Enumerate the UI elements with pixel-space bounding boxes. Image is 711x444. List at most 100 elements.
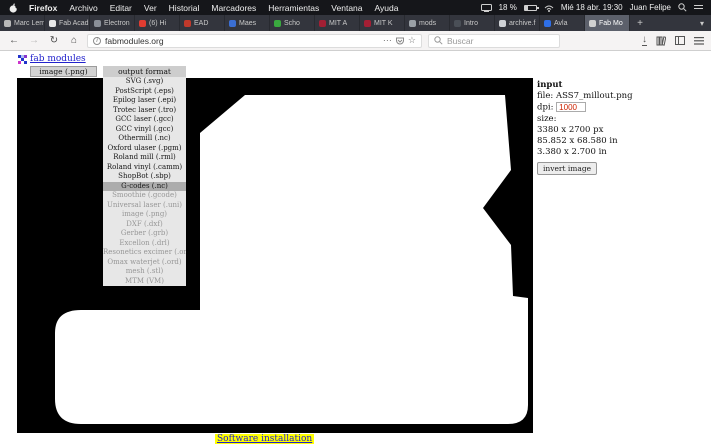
dpi-label: dpi: [537,102,554,113]
size-px: 3380 x 2700 px [537,124,604,135]
file-row: file: ASS7_millout.png [537,91,687,102]
menu-item-ventana[interactable]: Ventana [325,3,368,13]
wifi-icon[interactable] [544,4,554,12]
search-input[interactable] [447,35,547,46]
file-name: ASS7_millout.png [556,91,633,101]
output-format-header[interactable]: output format [103,66,186,77]
browser-tab[interactable]: Marc Lem [0,15,45,31]
output-option[interactable]: PostScript (.eps) [103,87,186,97]
menu-items: Firefox Archivo Editar Ver Historial Marcador… [23,3,404,13]
browser-tab[interactable]: archive.f [495,15,540,31]
tab-favicon [364,19,371,27]
output-option[interactable]: image (.png) [103,210,186,220]
output-option[interactable]: Omax waterjet (.ord) [103,258,186,268]
tab-favicon [139,19,146,27]
output-option[interactable]: SVG (.svg) [103,77,186,87]
menu-item-ayuda[interactable]: Ayuda [369,3,405,13]
browser-tab[interactable]: mods [405,15,450,31]
menu-item-archivo[interactable]: Archivo [63,3,103,13]
forward-button[interactable]: → [27,34,41,48]
display-icon[interactable] [480,3,492,12]
browser-tab[interactable]: Intro [450,15,495,31]
notification-center-icon[interactable] [694,4,703,12]
menu-item-herramientas[interactable]: Herramientas [262,3,325,13]
tab-overflow-icon[interactable]: ▾ [693,15,711,31]
browser-tab[interactable]: EAD [180,15,225,31]
battery-percent[interactable]: 18 % [499,3,517,12]
search-icon [434,36,443,45]
home-button[interactable]: ⌂ [67,34,81,48]
browser-tab[interactable]: MIT K [360,15,405,31]
output-option[interactable]: Oxford ulaser (.pgm) [103,144,186,154]
browser-tab[interactable]: Maes [225,15,270,31]
sidebar-icon[interactable] [675,36,685,45]
new-tab-button[interactable]: + [630,15,650,31]
tab-label: Avla [554,19,568,27]
brand-link[interactable]: fab modules [18,54,86,64]
tab-label: Intro [464,19,479,27]
browser-tab[interactable]: Scho [270,15,315,31]
download-icon[interactable]: ↓ [642,35,647,46]
output-option[interactable]: G-codes (.nc) [103,181,186,191]
menu-bar-status: 18 % Mié 18 abr. 19:30 Juan Felipe [480,3,703,12]
browser-tab[interactable]: Fab Mo [585,15,630,31]
output-option[interactable]: Excellon (.drl) [103,239,186,249]
url-bar[interactable]: i fabmodules.org ⋯ ☆ [87,33,422,48]
menu-item-ver[interactable]: Ver [138,3,163,13]
menu-bar-clock[interactable]: Mié 18 abr. 19:30 [561,3,623,12]
back-button[interactable]: ← [7,34,21,48]
search-bar[interactable] [428,33,560,48]
battery-icon[interactable] [523,4,539,11]
output-option[interactable]: Universal laser (.uni) [103,201,186,211]
output-option[interactable]: Gerber (.grb) [103,229,186,239]
size-in: 85.852 x 68.580 in [537,135,618,146]
reload-button[interactable]: ↻ [47,34,61,48]
invert-image-button[interactable]: invert image [537,161,598,175]
browser-tab[interactable]: (6) Hi [135,15,180,31]
output-option[interactable]: Epilog laser (.epi) [103,96,186,106]
url-text: fabmodules.org [105,35,164,46]
output-option[interactable]: Trotec laser (.tro) [103,106,186,116]
output-option[interactable]: Othermill (.nc) [103,134,186,144]
hamburger-menu-icon[interactable] [694,36,704,45]
brand-text[interactable]: fab modules [30,54,86,64]
pocket-icon[interactable] [395,37,404,45]
menu-item-firefox[interactable]: Firefox [23,3,63,13]
apple-menu-icon[interactable] [8,2,23,13]
output-option[interactable]: Roland mill (.rml) [103,153,186,163]
menu-item-editar[interactable]: Editar [104,3,138,13]
output-option[interactable]: ShopBot (.sbp) [103,172,186,182]
browser-tab[interactable]: MIT A [315,15,360,31]
menu-item-marcadores[interactable]: Marcadores [205,3,262,13]
tab-favicon [274,19,281,27]
software-installation-link[interactable]: Software installation [215,434,315,444]
menu-item-historial[interactable]: Historial [163,3,206,13]
library-icon[interactable] [656,35,666,46]
site-info-icon[interactable]: i [93,36,101,45]
input-format-button[interactable]: image (.png) [30,66,97,77]
tab-favicon [544,19,551,27]
output-option[interactable]: Resonetics excimer (.oms) [103,248,186,258]
size-in2: 3.380 x 2.700 in [537,146,607,157]
output-option[interactable]: GCC vinyl (.gcc) [103,125,186,135]
tab-strip: Marc Lem Fab Acad Electron (6) Hi EAD Maes Sch… [0,15,630,31]
output-option[interactable]: GCC laser (.gcc) [103,115,186,125]
output-option[interactable]: MTM (VM) [103,277,186,287]
dpi-input[interactable] [556,102,587,112]
spotlight-icon[interactable] [678,3,687,12]
browser-tab[interactable]: Avla [540,15,585,31]
tab-label: Scho [284,19,300,27]
output-option[interactable]: DXF (.dxf) [103,220,186,230]
browser-tab[interactable]: Fab Acad [45,15,90,31]
page-actions-icon[interactable]: ⋯ [383,36,392,45]
browser-tab[interactable]: Electron [90,15,135,31]
input-panel: input file: ASS7_millout.png dpi: size: … [537,80,687,175]
tab-label: Marc Lem [14,19,45,27]
bookmark-star-icon[interactable]: ☆ [408,36,416,45]
menu-bar-user[interactable]: Juan Felipe [630,3,671,12]
output-option[interactable]: Smoothie (.gcode) [103,191,186,201]
fab-modules-logo-icon [18,54,27,64]
output-option[interactable]: Roland vinyl (.camm) [103,163,186,173]
tab-favicon [49,19,56,27]
output-option[interactable]: mesh (.stl) [103,267,186,277]
